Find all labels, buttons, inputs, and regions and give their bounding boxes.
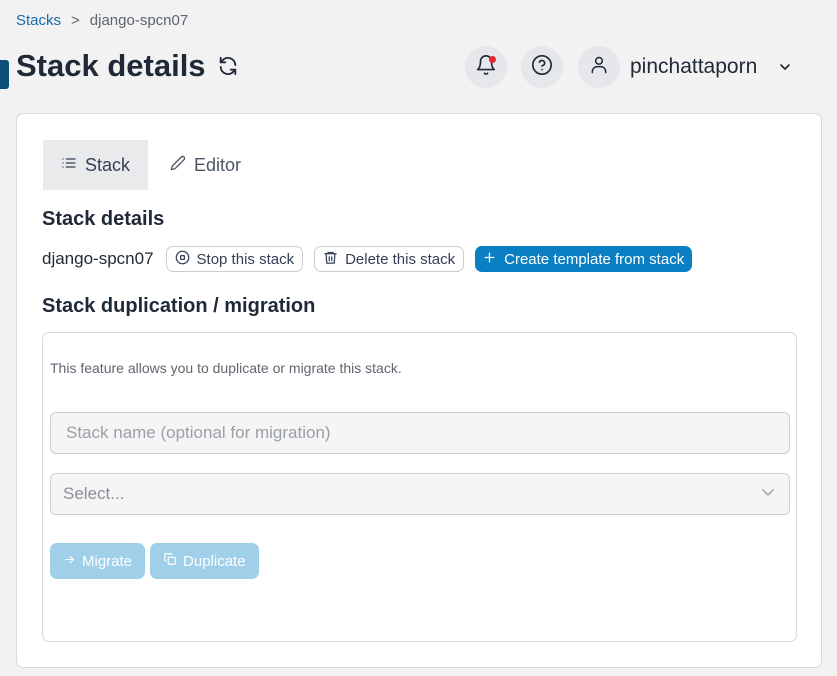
environment-select[interactable]: Select... (50, 473, 790, 515)
stop-circle-icon (175, 250, 190, 269)
migrate-label: Migrate (82, 552, 133, 570)
refresh-icon[interactable] (216, 54, 240, 78)
header-actions: pinchattaporn (465, 46, 793, 88)
user-avatar-button[interactable] (578, 46, 620, 88)
duplicate-button[interactable]: Duplicate (150, 543, 259, 579)
chevron-down-icon[interactable] (777, 59, 793, 75)
page-title: Stack details (16, 48, 206, 83)
trash-icon (323, 250, 338, 269)
page-header: Stack details (16, 48, 240, 84)
duplication-description: This feature allows you to duplicate or … (50, 360, 402, 376)
delete-stack-label: Delete this stack (345, 250, 456, 268)
breadcrumb-separator: > (71, 12, 80, 29)
notification-dot (489, 56, 496, 63)
username-label[interactable]: pinchattaporn (630, 55, 757, 79)
list-icon (61, 155, 77, 176)
duplicate-label: Duplicate (183, 552, 246, 570)
select-placeholder: Select... (63, 484, 125, 503)
duplication-panel: This feature allows you to duplicate or … (42, 332, 797, 642)
user-icon (589, 55, 609, 80)
create-template-button[interactable]: Create template from stack (475, 246, 693, 272)
plus-icon (483, 251, 496, 268)
migrate-button[interactable]: Migrate (50, 543, 146, 579)
arrow-right-icon (63, 553, 76, 570)
notifications-button[interactable] (465, 46, 507, 88)
help-button[interactable] (521, 46, 563, 88)
stack-actions-row: django-spcn07 Stop this stack Delete thi… (42, 246, 693, 272)
create-template-label: Create template from stack (504, 250, 685, 268)
pencil-icon (170, 155, 186, 176)
tab-editor-label: Editor (194, 154, 242, 175)
breadcrumb-current: django-spcn07 (89, 12, 189, 29)
stack-details-heading: Stack details (42, 208, 165, 230)
tab-stack[interactable]: Stack (43, 140, 149, 190)
help-circle-icon (531, 54, 553, 81)
copy-icon (163, 552, 177, 570)
tab-bar: Stack Editor (43, 140, 259, 190)
stack-name: django-spcn07 (42, 249, 154, 268)
stop-stack-label: Stop this stack (196, 250, 295, 268)
duplication-heading: Stack duplication / migration (42, 295, 316, 317)
stop-stack-button[interactable]: Stop this stack (165, 246, 304, 272)
sidebar-toggle-marker[interactable] (0, 60, 9, 89)
stack-details-card: Stack Editor Stack details django-spcn07… (16, 113, 822, 668)
duplication-actions: Migrate Duplicate (50, 543, 259, 579)
tab-stack-label: Stack (85, 154, 131, 175)
tab-editor[interactable]: Editor (148, 140, 259, 190)
stack-name-input[interactable]: Stack name (optional for migration) (50, 412, 790, 454)
chevron-down-icon (759, 483, 777, 506)
breadcrumb: Stacks > django-spcn07 (16, 12, 188, 29)
breadcrumb-stacks-link[interactable]: Stacks (16, 12, 61, 29)
delete-stack-button[interactable]: Delete this stack (314, 246, 465, 272)
